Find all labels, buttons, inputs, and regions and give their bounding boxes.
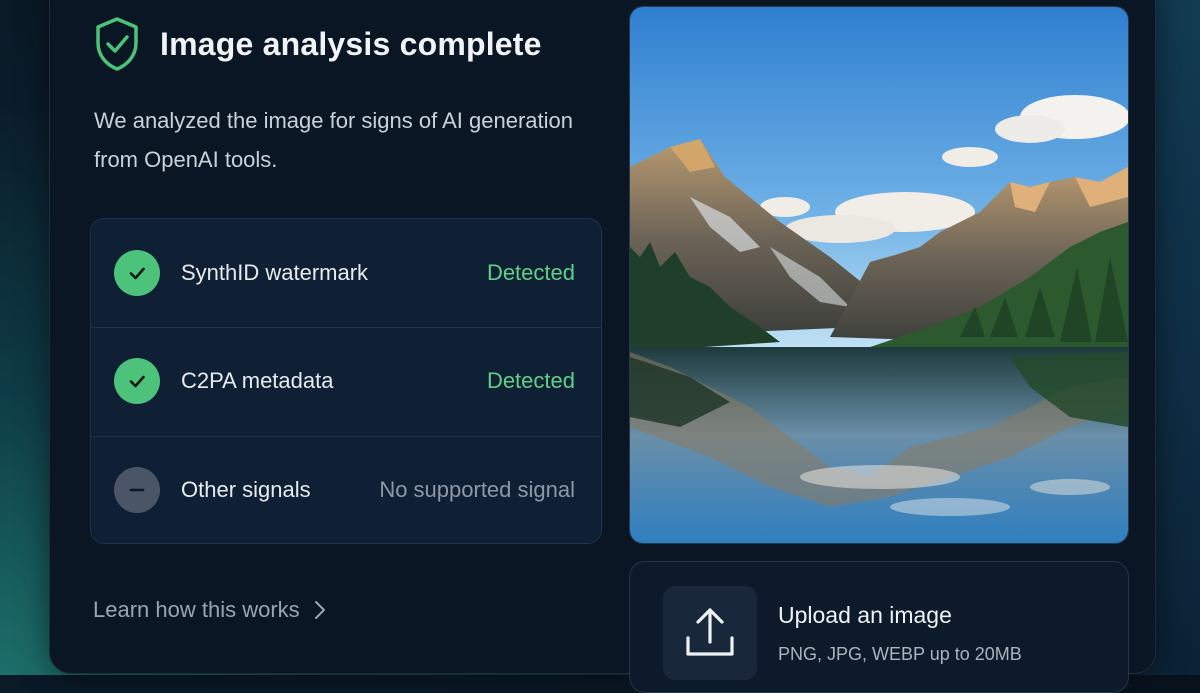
upload-dropzone[interactable]: Upload an image PNG, JPG, WEBP up to 20M… [629,561,1129,693]
check-icon [114,249,160,296]
signal-row-synthid: SynthID watermark Detected [91,219,601,326]
shield-check-icon [94,16,140,72]
description: We analyzed the image for signs of AI ge… [94,108,573,172]
signal-label: SynthID watermark [181,259,369,285]
header: Image analysis complete [94,16,542,72]
image-preview [629,6,1129,544]
signal-label: C2PA metadata [181,368,334,393]
check-icon [114,358,160,404]
upload-title: Upload an image [778,602,952,628]
status-badge: No supported signal [379,477,575,502]
signal-row-other: Other signals No supported signal [91,436,601,543]
status-badge: Detected [486,368,575,393]
page-title: Image analysis complete [160,25,542,62]
signal-label: Other signals [181,477,311,502]
signal-row-c2pa: C2PA metadata Detected [91,327,601,434]
minus-icon [114,467,160,513]
chevron-right-icon [314,601,325,619]
learn-more-label: Learn how this works [93,597,300,622]
learn-more-link[interactable]: Learn how this works [93,597,326,623]
upload-subtitle: PNG, JPG, WEBP up to 20MB [778,644,1022,664]
status-badge: Detected [486,259,575,285]
signals-list: SynthID watermark Detected C2PA metadata… [90,218,602,544]
upload-icon [663,586,757,680]
